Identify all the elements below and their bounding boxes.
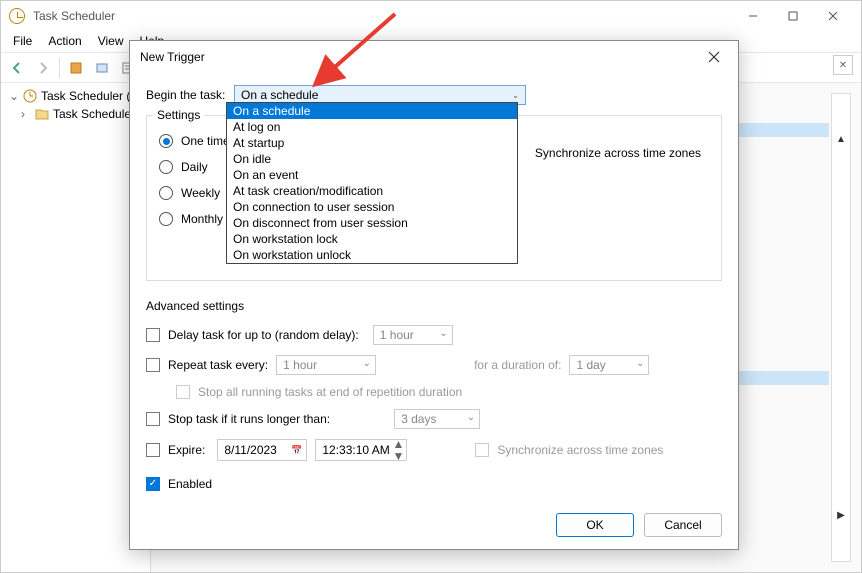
- radio-icon: [159, 212, 173, 226]
- duration-select[interactable]: 1 day: [569, 355, 649, 375]
- radio-icon: [159, 186, 173, 200]
- tool-icon-2[interactable]: [90, 56, 114, 80]
- duration-label: for a duration of:: [474, 358, 561, 372]
- toolbar-separator: [59, 58, 60, 78]
- option-on-event[interactable]: On an event: [227, 167, 517, 183]
- stop-longer-label: Stop task if it runs longer than:: [168, 412, 330, 426]
- delay-checkbox[interactable]: [146, 328, 160, 342]
- repeat-checkbox[interactable]: [146, 358, 160, 372]
- panel-close-button[interactable]: ✕: [833, 55, 853, 75]
- stop-longer-checkbox[interactable]: [146, 412, 160, 426]
- expire-date-input[interactable]: 8/11/2023 📅: [217, 439, 307, 461]
- begin-task-dropdown-list[interactable]: On a schedule At log on At startup On id…: [226, 102, 518, 264]
- option-at-logon[interactable]: At log on: [227, 119, 517, 135]
- spinner-icon[interactable]: ▲▼: [392, 438, 404, 462]
- option-on-schedule[interactable]: On a schedule: [227, 103, 517, 119]
- scroll-region: ▲ ▶: [831, 93, 851, 562]
- option-on-disconnect[interactable]: On disconnect from user session: [227, 215, 517, 231]
- titlebar: Task Scheduler: [1, 1, 861, 31]
- tree-root-label: Task Scheduler (L: [41, 89, 137, 103]
- accent-bar-top: [729, 123, 829, 137]
- stop-all-checkbox: [176, 385, 190, 399]
- option-on-unlock[interactable]: On workstation unlock: [227, 247, 517, 263]
- scroll-right-icon[interactable]: ▶: [837, 510, 845, 521]
- folder-icon: [35, 107, 49, 121]
- settings-legend: Settings: [153, 108, 204, 122]
- close-button[interactable]: [813, 2, 853, 30]
- radio-icon: [159, 160, 173, 174]
- radio-one-time[interactable]: One time: [159, 134, 230, 148]
- ok-button[interactable]: OK: [556, 513, 634, 537]
- repeat-label: Repeat task every:: [168, 358, 268, 372]
- sync-zones-label: Synchronize across time zones: [535, 146, 701, 160]
- begin-task-label: Begin the task:: [146, 88, 234, 102]
- stop-all-label: Stop all running tasks at end of repetit…: [198, 385, 462, 399]
- chevron-down-icon: ⌄: [512, 91, 519, 100]
- dialog-close-button[interactable]: [700, 43, 728, 71]
- tree-root[interactable]: ⌄ Task Scheduler (L: [5, 87, 146, 105]
- radio-weekly[interactable]: Weekly: [159, 186, 230, 200]
- advanced-settings-label: Advanced settings: [146, 299, 722, 313]
- forward-button[interactable]: [31, 56, 55, 80]
- begin-task-value: On a schedule: [241, 88, 318, 102]
- option-at-startup[interactable]: At startup: [227, 135, 517, 151]
- enabled-label: Enabled: [168, 477, 212, 491]
- minimize-button[interactable]: [733, 2, 773, 30]
- accent-bar-bottom: [729, 371, 829, 385]
- expire-label: Expire:: [168, 443, 205, 457]
- stop-longer-select[interactable]: 3 days: [394, 409, 480, 429]
- sync-zones-label-disabled: Synchronize across time zones: [497, 443, 663, 457]
- option-on-connect[interactable]: On connection to user session: [227, 199, 517, 215]
- scroll-up-icon[interactable]: ▲: [836, 134, 846, 145]
- option-on-idle[interactable]: On idle: [227, 151, 517, 167]
- repeat-select[interactable]: 1 hour: [276, 355, 376, 375]
- calendar-icon: 📅: [291, 445, 302, 456]
- radio-icon: [159, 134, 173, 148]
- back-button[interactable]: [5, 56, 29, 80]
- delay-select[interactable]: 1 hour: [373, 325, 453, 345]
- radio-monthly[interactable]: Monthly: [159, 212, 230, 226]
- expire-checkbox[interactable]: [146, 443, 160, 457]
- menu-action[interactable]: Action: [40, 31, 89, 52]
- option-at-creation[interactable]: At task creation/modification: [227, 183, 517, 199]
- expire-time-input[interactable]: 12:33:10 AM ▲▼: [315, 439, 407, 461]
- tool-icon-1[interactable]: [64, 56, 88, 80]
- menu-view[interactable]: View: [90, 31, 132, 52]
- dialog-titlebar: New Trigger: [130, 41, 738, 73]
- tree-collapse-icon[interactable]: ⌄: [9, 89, 19, 103]
- app-title: Task Scheduler: [33, 9, 733, 23]
- option-on-lock[interactable]: On workstation lock: [227, 231, 517, 247]
- app-icon: [9, 8, 25, 24]
- clock-icon: [23, 89, 37, 103]
- menu-file[interactable]: File: [5, 31, 40, 52]
- dialog-title: New Trigger: [140, 50, 700, 64]
- maximize-button[interactable]: [773, 2, 813, 30]
- sync-zones-checkbox-disabled: [475, 443, 489, 457]
- tree-expand-icon[interactable]: ›: [21, 107, 31, 121]
- tree-child[interactable]: › Task Scheduler: [5, 105, 146, 123]
- radio-daily[interactable]: Daily: [159, 160, 230, 174]
- cancel-button[interactable]: Cancel: [644, 513, 722, 537]
- tree-child-label: Task Scheduler: [53, 107, 135, 121]
- enabled-checkbox[interactable]: [146, 477, 160, 491]
- delay-label: Delay task for up to (random delay):: [168, 328, 359, 342]
